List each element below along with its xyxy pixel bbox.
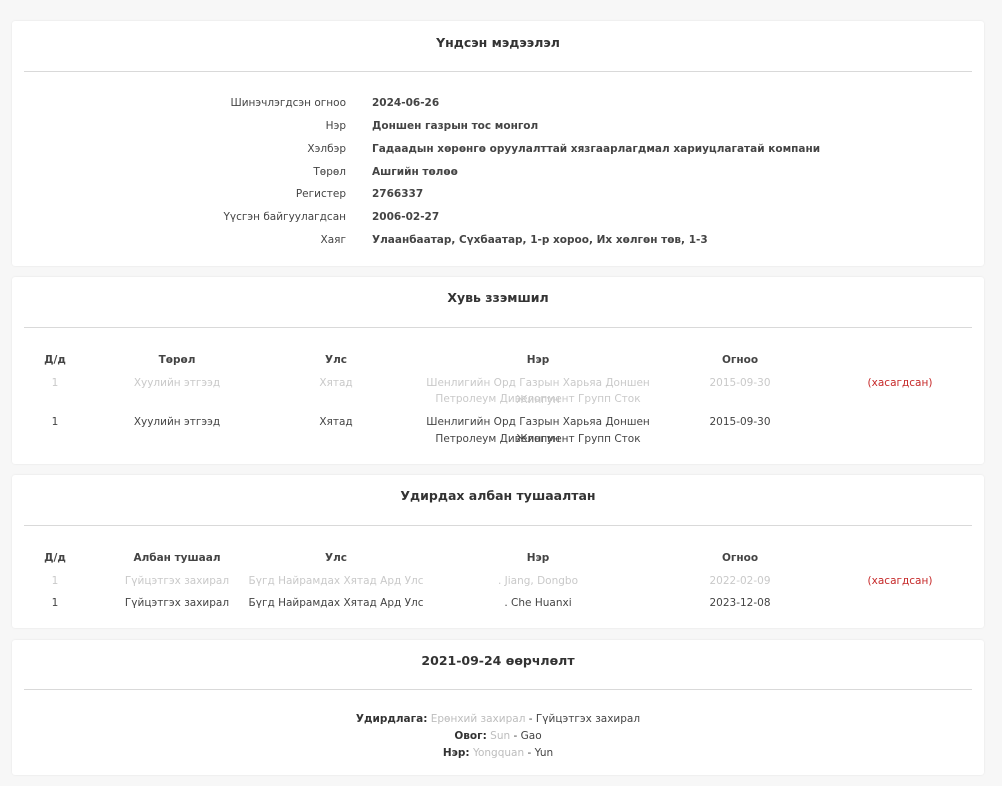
change-old-value: Ерөнхий захирал xyxy=(430,713,526,725)
header-date: Огноо xyxy=(721,354,759,366)
change-line-surname: Овог: Sun - Gao xyxy=(12,728,984,745)
cell-type: Хуулийн этгээд xyxy=(133,377,221,389)
header-dd: Д/д xyxy=(44,354,66,366)
info-label: Хаяг xyxy=(320,234,346,246)
cell-position: Гүйцэтгэх захирал xyxy=(124,597,230,609)
info-label: Үүсгэн байгуулагдсан xyxy=(223,211,346,223)
info-row-register: Регистер 2766337 xyxy=(12,188,984,205)
officials-title: Удирдах албан тушаалтан xyxy=(400,488,596,503)
cell-country: Хятад xyxy=(319,416,353,428)
header-name: Нэр xyxy=(526,552,550,564)
change-key: Овог: xyxy=(454,730,487,742)
change-key: Нэр: xyxy=(442,747,470,759)
cell-name: . Jiang, Dongbo xyxy=(497,575,579,587)
change-separator: - xyxy=(513,730,518,742)
divider xyxy=(24,689,972,690)
info-row-name: Нэр Доншен газрын тос монгол xyxy=(12,120,984,137)
header-position: Албан тушаал xyxy=(133,552,221,564)
header-country: Улс xyxy=(324,354,347,366)
info-value: 2766337 xyxy=(372,188,424,200)
divider xyxy=(24,525,972,526)
info-row-founded: Үүсгэн байгуулагдсан 2006-02-27 xyxy=(12,211,984,228)
cell-date: 2023-12-08 xyxy=(709,597,771,609)
info-value: Улаанбаатар, Сүхбаатар, 1-р хороо, Их хө… xyxy=(372,234,708,246)
info-value: 2006-02-27 xyxy=(372,211,440,223)
change-old-value: Yongquan xyxy=(472,747,525,759)
basic-info-title: Үндсэн мэдээлэл xyxy=(436,35,560,50)
change-title: 2021-09-24 өөрчлөлт xyxy=(421,653,575,668)
header-type: Төрөл xyxy=(158,354,196,366)
info-label: Регистер xyxy=(295,188,346,200)
removed-badge: (хасагдсан) xyxy=(867,377,933,389)
cell-country: Бүгд Найрамдах Хятад Ард Улс xyxy=(248,597,424,609)
change-line-name: Нэр: Yongquan - Yun xyxy=(12,745,984,762)
cell-dd: 1 xyxy=(51,416,59,428)
cell-name-line2: Петролеум Дивелопмент Групп Сток xyxy=(435,393,641,405)
cell-dd: 1 xyxy=(51,377,59,389)
cell-name: . Che Huanxi xyxy=(504,597,572,609)
change-separator: - xyxy=(528,713,533,725)
ownership-card: Хувь ззэмшил Д/д Төрөл Улс Нэр Огноо 1 Х… xyxy=(12,277,984,464)
cell-type: Хуулийн этгээд xyxy=(133,416,221,428)
divider xyxy=(24,327,972,328)
cell-dd: 1 xyxy=(51,597,59,609)
change-card: 2021-09-24 өөрчлөлт Удирдлага: Ерөнхий з… xyxy=(12,640,984,775)
info-row-form: Хэлбэр Гадаадын хөрөнгө оруулалттай хязг… xyxy=(12,143,984,160)
header-name: Нэр xyxy=(526,354,550,366)
info-row-type: Төрөл Ашгийн төлөө xyxy=(12,166,984,183)
cell-country: Бүгд Найрамдах Хятад Ард Улс xyxy=(248,575,424,587)
change-line-management: Удирдлага: Ерөнхий захирал - Гүйцэтгэх з… xyxy=(12,711,984,728)
info-row-updated: Шинэчлэгдсэн огноо 2024-06-26 xyxy=(12,97,984,114)
officials-card: Удирдах албан тушаалтан Д/д Албан тушаал… xyxy=(12,475,984,628)
cell-date: 2015-09-30 xyxy=(709,377,771,389)
divider xyxy=(24,71,972,72)
info-value: Доншен газрын тос монгол xyxy=(372,120,539,132)
cell-position: Гүйцэтгэх захирал xyxy=(124,575,230,587)
cell-date: 2022-02-09 xyxy=(709,575,771,587)
info-value: Ашгийн төлөө xyxy=(372,166,458,178)
info-value: 2024-06-26 xyxy=(372,97,440,109)
change-new-value: Gao xyxy=(520,730,542,742)
info-label: Төрөл xyxy=(313,166,346,178)
header-date: Огноо xyxy=(721,552,759,564)
info-label: Нэр xyxy=(325,120,346,132)
info-label: Хэлбэр xyxy=(307,143,346,155)
header-dd: Д/д xyxy=(44,552,66,564)
ownership-title: Хувь ззэмшил xyxy=(447,290,549,305)
cell-dd: 1 xyxy=(51,575,59,587)
change-new-value: Гүйцэтгэх захирал xyxy=(535,713,641,725)
change-old-value: Sun xyxy=(490,730,511,742)
change-new-value: Yun xyxy=(534,747,554,759)
change-key: Удирдлага: xyxy=(355,713,428,725)
basic-info-card: Үндсэн мэдээлэл Шинэчлэгдсэн огноо 2024-… xyxy=(12,21,984,266)
removed-badge: (хасагдсан) xyxy=(867,575,933,587)
info-label: Шинэчлэгдсэн огноо xyxy=(230,97,346,109)
info-row-address: Хаяг Улаанбаатар, Сүхбаатар, 1-р хороо, … xyxy=(12,234,984,251)
header-country: Улс xyxy=(324,552,347,564)
change-separator: - xyxy=(527,747,532,759)
cell-country: Хятад xyxy=(319,377,353,389)
cell-date: 2015-09-30 xyxy=(709,416,771,428)
info-value: Гадаадын хөрөнгө оруулалттай хязгаарлагд… xyxy=(372,143,821,155)
cell-name-line2: Петролеум Дивелопмент Групп Сток xyxy=(435,433,641,445)
